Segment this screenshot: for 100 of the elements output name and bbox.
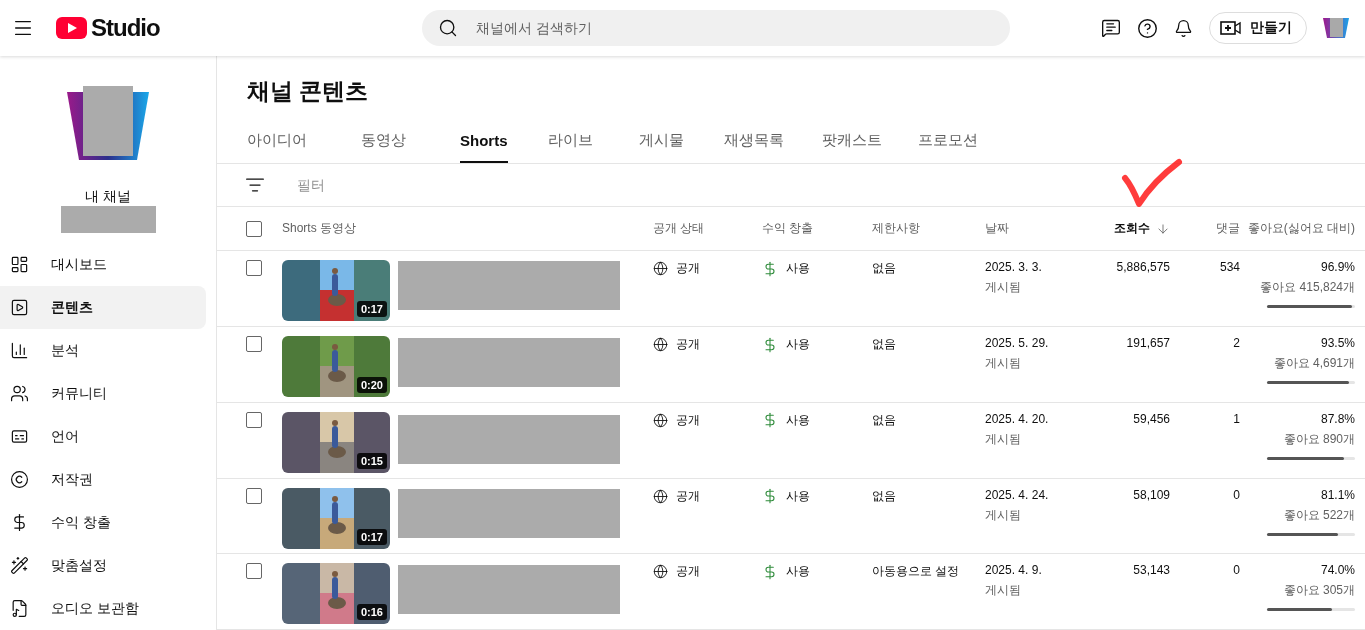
tab[interactable]: 팟캐스트 <box>821 119 882 163</box>
date-text: 2025. 4. 9. <box>985 563 1042 578</box>
bell-icon[interactable] <box>1174 18 1193 38</box>
views-text: 191,657 <box>1126 336 1170 351</box>
likes-count-text: 좋아요 522개 <box>1283 506 1355 524</box>
sidebar-item[interactable]: 대시보드 <box>0 243 206 286</box>
sidebar-item[interactable]: 커뮤니티 <box>0 372 206 415</box>
column-header[interactable]: 공개 상태 <box>653 220 705 238</box>
column-header[interactable]: 수익 창출 <box>762 220 814 238</box>
checkbox[interactable] <box>246 411 262 428</box>
monetization-text: 사용 <box>786 336 810 354</box>
tab[interactable]: 재생목록 <box>723 119 784 163</box>
globe-icon <box>653 337 668 353</box>
sidebar-item[interactable]: 콘텐츠 <box>0 286 206 329</box>
likes-count-text: 좋아요 305개 <box>1283 582 1355 600</box>
search-input[interactable]: 채널에서 검색하기 <box>473 19 994 37</box>
visibility-text: 공개 <box>676 563 700 581</box>
video-thumbnail[interactable]: 0:16 <box>282 563 390 625</box>
copyright-icon <box>10 470 29 489</box>
checkbox[interactable] <box>246 563 262 580</box>
video-thumbnail[interactable]: 0:15 <box>282 411 390 473</box>
tab[interactable]: Shorts <box>460 119 508 163</box>
search-field[interactable]: 채널에서 검색하기 <box>421 10 1010 46</box>
video-thumbnail[interactable]: 0:20 <box>282 336 390 398</box>
restrictions-text: 없음 <box>872 336 896 354</box>
like-ratio-text: 74.0% <box>1320 563 1355 578</box>
dollar-icon <box>762 563 778 580</box>
like-ratio-text: 96.9% <box>1320 260 1355 275</box>
comments-text: 1 <box>1233 411 1240 426</box>
tab[interactable]: 아이디어 <box>247 119 307 163</box>
bar-chart-icon <box>10 341 29 360</box>
search-icon <box>437 18 458 38</box>
column-header[interactable]: 조회수 <box>1114 220 1170 238</box>
checkbox[interactable] <box>246 220 262 237</box>
monetization-text: 사용 <box>786 487 810 505</box>
magic-wand-icon <box>10 556 29 575</box>
sidebar-item[interactable]: 저작권 <box>0 458 206 501</box>
like-ratio-text: 81.1% <box>1320 487 1355 502</box>
dollar-icon <box>762 260 778 277</box>
dollar-icon <box>762 412 778 429</box>
music-file-icon <box>10 599 29 618</box>
play-square-icon <box>10 298 29 317</box>
views-text: 5,886,575 <box>1116 260 1170 275</box>
comments-text: 534 <box>1219 260 1240 275</box>
views-text: 58,109 <box>1133 487 1170 502</box>
logo-text[interactable]: Studio <box>91 14 160 42</box>
column-header[interactable]: 댓글 <box>1216 220 1240 238</box>
tab[interactable]: 프로모션 <box>917 119 978 163</box>
column-header[interactable]: Shorts 동영상 <box>282 220 356 238</box>
date-text: 2025. 4. 24. <box>985 487 1049 502</box>
column-header[interactable]: 좋아요(싫어요 대비) <box>1247 220 1355 238</box>
visibility-text: 공개 <box>676 260 700 278</box>
play-logo-icon[interactable] <box>56 17 87 39</box>
status-text: 게시됨 <box>985 279 1021 297</box>
duration-badge: 0:17 <box>356 301 387 318</box>
channel-avatar-icon[interactable] <box>67 86 149 162</box>
globe-icon <box>653 261 668 277</box>
date-text: 2025. 4. 20. <box>985 411 1049 426</box>
globe-icon <box>653 564 668 580</box>
tab[interactable]: 게시물 <box>638 119 684 163</box>
monetization-text: 사용 <box>786 563 810 581</box>
like-ratio-text: 87.8% <box>1320 411 1355 426</box>
visibility-text: 공개 <box>676 411 700 429</box>
checkbox[interactable] <box>246 487 262 504</box>
globe-icon <box>653 488 668 504</box>
restrictions-text: 없음 <box>872 411 896 429</box>
status-text: 게시됨 <box>985 582 1021 600</box>
sidebar-item[interactable]: 수익 창출 <box>0 501 206 544</box>
sidebar-item[interactable]: 분석 <box>0 329 206 372</box>
dollar-icon <box>762 488 778 504</box>
feedback-icon[interactable] <box>1101 18 1121 38</box>
visibility-text: 공개 <box>676 487 700 505</box>
video-thumbnail[interactable]: 0:17 <box>282 260 390 322</box>
date-text: 2025. 3. 3. <box>985 260 1042 275</box>
help-icon[interactable] <box>1137 17 1158 39</box>
subtitles-icon <box>10 427 29 446</box>
visibility-text: 공개 <box>676 336 700 354</box>
sort-arrow-icon <box>1156 221 1170 236</box>
likes-count-text: 좋아요 890개 <box>1283 430 1355 448</box>
like-ratio-text: 93.5% <box>1320 336 1355 351</box>
video-thumbnail[interactable]: 0:17 <box>282 487 390 549</box>
sidebar-item[interactable]: 언어 <box>0 415 206 458</box>
likes-count-text: 좋아요 415,824개 <box>1260 279 1355 297</box>
status-text: 게시됨 <box>985 506 1021 524</box>
comments-text: 2 <box>1233 336 1240 351</box>
tab[interactable]: 동영상 <box>361 119 406 163</box>
dollar-icon <box>762 336 778 353</box>
monetization-text: 사용 <box>786 260 810 278</box>
likes-count-text: 좋아요 4,691개 <box>1273 355 1355 373</box>
avatar-icon[interactable] <box>1323 17 1349 39</box>
create-button[interactable]: 만들기 <box>1209 12 1307 44</box>
sidebar-item[interactable]: 맞춤설정 <box>0 544 206 587</box>
column-header[interactable]: 제한사항 <box>872 220 920 238</box>
checkbox[interactable] <box>246 336 262 353</box>
checkbox[interactable] <box>246 260 262 277</box>
sidebar-item[interactable]: 오디오 보관함 <box>0 587 206 630</box>
column-header[interactable]: 날짜 <box>985 220 1009 238</box>
restrictions-text: 아동용으로 설정 <box>872 563 960 581</box>
comments-text: 0 <box>1233 487 1240 502</box>
tab[interactable]: 라이브 <box>547 119 593 163</box>
